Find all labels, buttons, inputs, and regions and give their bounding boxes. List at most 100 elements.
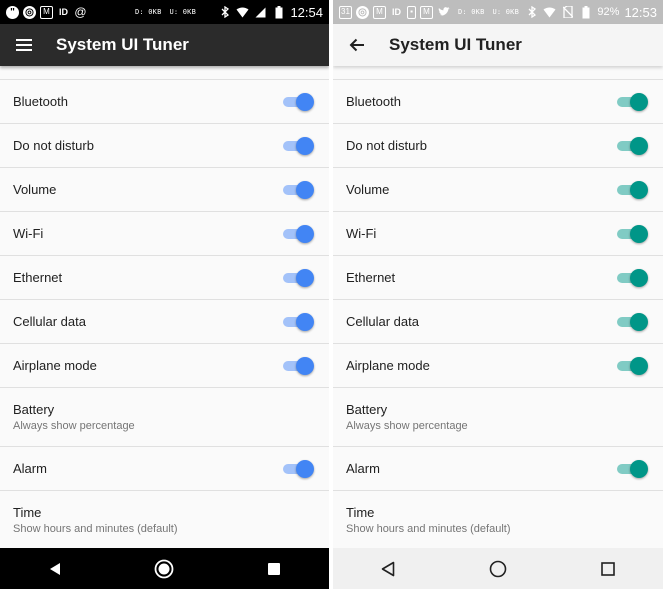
back-triangle-icon xyxy=(49,562,60,575)
list-item-wifi[interactable]: Wi-Fi xyxy=(0,212,329,256)
cellular-data-toggle[interactable] xyxy=(283,312,314,331)
do-not-disturb-toggle[interactable] xyxy=(283,136,314,155)
bluetooth-toggle[interactable] xyxy=(617,92,648,111)
item-label: Volume xyxy=(13,182,57,197)
status-bar: " ◎ M ID @ D: 0KB U: 0KB 12:54 xyxy=(0,0,329,24)
item-label: Airplane mode xyxy=(13,358,97,373)
recents-button[interactable] xyxy=(254,549,294,589)
app-bar: System UI Tuner xyxy=(0,24,329,66)
item-label: Battery xyxy=(13,402,55,417)
home-button[interactable] xyxy=(478,549,518,589)
item-summary: Show hours and minutes (default) xyxy=(13,523,178,535)
item-label: Wi-Fi xyxy=(346,226,377,241)
at-icon: @ xyxy=(74,5,87,19)
item-label: Ethernet xyxy=(346,270,396,285)
home-button[interactable] xyxy=(144,549,184,589)
airplane-mode-toggle[interactable] xyxy=(617,356,648,375)
list-item-airplane-mode[interactable]: Airplane mode xyxy=(0,344,329,388)
list-item-time[interactable]: Time Show hours and minutes (default) xyxy=(333,491,663,550)
volume-toggle[interactable] xyxy=(283,180,314,199)
bluetooth-toggle[interactable] xyxy=(283,92,314,111)
status-time: 12:53 xyxy=(624,4,657,20)
alarm-toggle[interactable] xyxy=(617,459,648,478)
item-label: Time xyxy=(346,505,375,520)
app-bar: System UI Tuner xyxy=(333,24,663,66)
item-label: Ethernet xyxy=(13,270,63,285)
wifi-toggle[interactable] xyxy=(283,224,314,243)
cellular-data-toggle[interactable] xyxy=(617,312,648,331)
recents-button[interactable] xyxy=(588,549,628,589)
navigation-bar xyxy=(0,548,329,589)
volume-toggle[interactable] xyxy=(617,180,648,199)
gmail-icon: M xyxy=(420,5,433,19)
back-button[interactable] xyxy=(35,549,75,589)
item-label: Cellular data xyxy=(13,314,86,329)
list-item-time[interactable]: Time Show hours and minutes (default) xyxy=(0,491,329,550)
item-label: Cellular data xyxy=(346,314,419,329)
list-item-do-not-disturb[interactable]: Do not disturb xyxy=(333,124,663,168)
twitter-icon xyxy=(437,6,450,19)
airplane-mode-toggle[interactable] xyxy=(283,356,314,375)
menu-button[interactable] xyxy=(0,24,48,66)
list-item-airplane-mode[interactable]: Airplane mode xyxy=(333,344,663,388)
list-item-alarm[interactable]: Alarm xyxy=(333,447,663,491)
back-navigation-button[interactable] xyxy=(333,24,381,66)
battery-icon xyxy=(272,5,285,19)
back-arrow-icon xyxy=(349,38,364,52)
bluetooth-icon xyxy=(525,6,538,19)
menu-icon xyxy=(16,39,32,51)
list-item-wifi[interactable]: Wi-Fi xyxy=(333,212,663,256)
wifi-toggle[interactable] xyxy=(617,224,648,243)
settings-list: Bluetooth Do not disturb Volume Wi-Fi Et… xyxy=(333,66,663,550)
list-item-cellular-data[interactable]: Cellular data xyxy=(0,300,329,344)
item-summary: Always show percentage xyxy=(346,420,468,432)
list-item-partial[interactable] xyxy=(0,66,329,80)
back-triangle-icon xyxy=(381,561,395,576)
list-item-alarm[interactable]: Alarm xyxy=(0,447,329,491)
ethernet-toggle[interactable] xyxy=(283,268,314,287)
id-icon: ID xyxy=(392,7,401,17)
settings-list: Bluetooth Do not disturb Volume Wi-Fi Et… xyxy=(0,66,329,550)
do-not-disturb-toggle[interactable] xyxy=(617,136,648,155)
alarm-toggle[interactable] xyxy=(283,459,314,478)
list-item-volume[interactable]: Volume xyxy=(0,168,329,212)
phone-icon: ▪ xyxy=(407,5,416,19)
battery-icon xyxy=(579,5,592,19)
right-phone-screen: 31 ◎ M ID ▪ M D: 0KB U: 0KB 92% 12:53 Sy… xyxy=(333,0,663,589)
status-time: 12:54 xyxy=(290,4,323,20)
item-label: Alarm xyxy=(346,461,380,476)
list-item-partial[interactable] xyxy=(333,66,663,80)
list-item-bluetooth[interactable]: Bluetooth xyxy=(0,80,329,124)
hangouts-icon: " xyxy=(6,5,19,19)
navigation-bar xyxy=(333,548,663,589)
list-item-cellular-data[interactable]: Cellular data xyxy=(333,300,663,344)
calendar-icon: 31 xyxy=(339,5,352,19)
chrome-icon: ◎ xyxy=(356,5,369,19)
list-item-battery[interactable]: Battery Always show percentage xyxy=(0,388,329,447)
list-item-do-not-disturb[interactable]: Do not disturb xyxy=(0,124,329,168)
net-upload-speed: U: 0KB xyxy=(169,8,196,16)
list-item-ethernet[interactable]: Ethernet xyxy=(333,256,663,300)
back-button[interactable] xyxy=(368,549,408,589)
item-label: Battery xyxy=(346,402,388,417)
notification-icons: " ◎ M ID @ xyxy=(6,5,87,19)
battery-percentage: 92% xyxy=(597,6,620,18)
net-download-speed: D: 0KB xyxy=(135,8,162,16)
ethernet-toggle[interactable] xyxy=(617,268,648,287)
gmail-icon: M xyxy=(373,5,386,19)
wifi-icon xyxy=(236,6,249,19)
item-label: Bluetooth xyxy=(13,94,68,109)
net-upload-speed: U: 0KB xyxy=(492,8,519,16)
notification-icons: 31 ◎ M ID ▪ M xyxy=(339,5,450,19)
item-label: Bluetooth xyxy=(346,94,401,109)
no-sim-icon xyxy=(561,6,574,19)
item-label: Alarm xyxy=(13,461,47,476)
item-summary: Show hours and minutes (default) xyxy=(346,523,511,535)
item-label: Airplane mode xyxy=(346,358,430,373)
list-item-battery[interactable]: Battery Always show percentage xyxy=(333,388,663,447)
list-item-bluetooth[interactable]: Bluetooth xyxy=(333,80,663,124)
chrome-icon: ◎ xyxy=(23,5,36,19)
list-item-ethernet[interactable]: Ethernet xyxy=(0,256,329,300)
list-item-volume[interactable]: Volume xyxy=(333,168,663,212)
bluetooth-icon xyxy=(218,6,231,19)
